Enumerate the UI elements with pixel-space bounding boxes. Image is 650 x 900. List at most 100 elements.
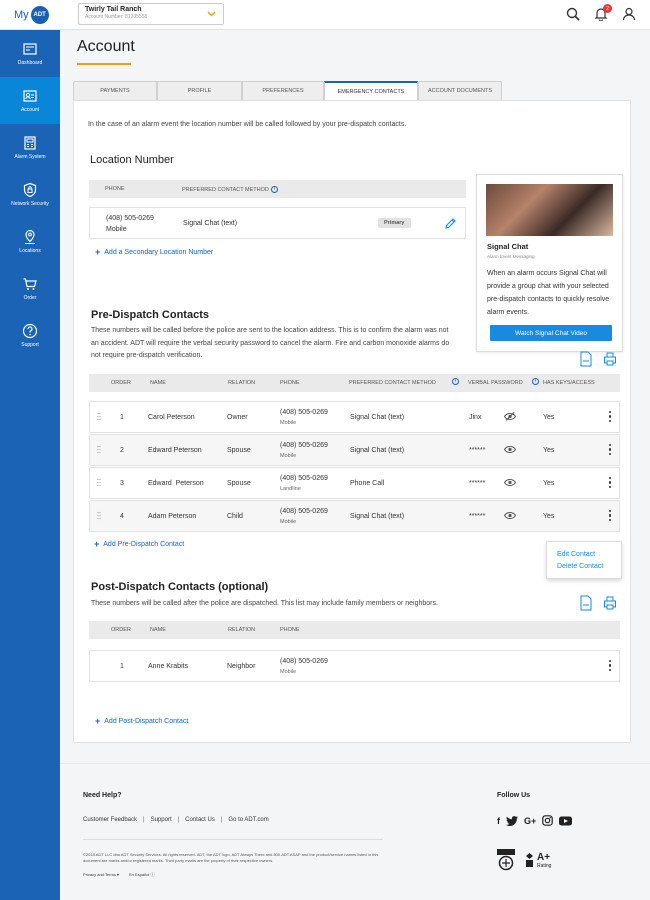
row-phone: (408) 505-0269 xyxy=(280,475,328,482)
pencil-icon[interactable] xyxy=(444,217,457,232)
row-keys: Yes xyxy=(543,513,555,520)
col-password: Verbal Password xyxy=(468,380,523,386)
adt-com-link[interactable]: Go to ADT.com xyxy=(228,817,268,823)
need-help-heading: Need Help? xyxy=(83,792,122,799)
bell-icon[interactable]: 2 xyxy=(594,4,612,22)
eye-icon[interactable] xyxy=(504,445,516,454)
help-icon xyxy=(22,323,38,339)
row-phone: (408) 505-0269 xyxy=(280,508,328,515)
tab-profile[interactable]: Profile xyxy=(157,81,242,100)
intro-text: In the case of an alarm event the locati… xyxy=(88,121,407,128)
primary-badge: Primary xyxy=(378,218,411,228)
sidebar-item-account[interactable]: Account xyxy=(0,77,60,124)
col-order: Order xyxy=(111,380,131,386)
edit-contact-menu-item[interactable]: Edit Contact xyxy=(557,551,595,558)
row-password: Jinx xyxy=(469,414,482,421)
account-name: Twirly Tail Ranch xyxy=(85,6,142,13)
add-post-dispatch-link[interactable]: + Add Post-Dispatch Contact xyxy=(95,716,188,726)
sidebar-item-order[interactable]: Order xyxy=(0,265,60,312)
contact-us-link[interactable]: Contact Us xyxy=(185,817,215,823)
col-relation: Relation xyxy=(228,627,256,633)
bbb-rating[interactable]: A+ Rating xyxy=(525,852,551,869)
plus-icon: + xyxy=(95,716,101,726)
drag-handle-icon[interactable] xyxy=(97,445,101,455)
csv-download-icon[interactable] xyxy=(579,595,593,611)
kebab-menu-icon[interactable] xyxy=(609,444,612,458)
tab-payments[interactable]: Payments xyxy=(73,81,157,100)
info-icon[interactable]: i xyxy=(270,186,278,193)
facebook-icon[interactable]: f xyxy=(497,816,500,826)
eye-icon[interactable] xyxy=(504,478,516,487)
table-row[interactable]: 2 Edward Peterson Spouse (408) 505-0269 M… xyxy=(89,434,620,466)
footer: Need Help? Customer Feedback | Support |… xyxy=(60,763,650,900)
privacy-terms-link[interactable]: Privacy and Terms ▾ xyxy=(83,872,119,878)
sidebar-item-locations[interactable]: Locations xyxy=(0,218,60,265)
myadt-logo[interactable]: My ADT xyxy=(14,6,49,24)
table-row[interactable]: 3 Edward Peterson Spouse (408) 505-0269 L… xyxy=(89,467,620,499)
row-phone-type: Mobile xyxy=(280,669,297,675)
tab-account-documents[interactable]: Account Documents xyxy=(418,81,502,100)
account-selector[interactable]: Twirly Tail Ranch Account Number: 812355… xyxy=(78,3,224,25)
kebab-menu-icon[interactable] xyxy=(609,411,612,425)
google-plus-icon[interactable]: G+ xyxy=(524,816,536,826)
emergency-contacts-panel: In the case of an alarm event the locati… xyxy=(73,100,631,743)
row-relation: Spouse xyxy=(227,480,251,487)
row-order: 4 xyxy=(120,513,124,520)
tab-preferences[interactable]: Preferences xyxy=(242,81,324,100)
eye-slash-icon[interactable] xyxy=(504,412,516,421)
alarm-panel-icon xyxy=(24,136,36,150)
shield-icon xyxy=(23,182,37,198)
row-phone-type: Mobile xyxy=(280,519,297,525)
table-row[interactable]: 4 Adam Peterson Child (408) 505-0269 Mobi… xyxy=(89,500,620,532)
row-order: 3 xyxy=(120,480,124,487)
footer-divider xyxy=(83,839,383,840)
sidebar-item-dashboard[interactable]: Dashboard xyxy=(0,30,60,77)
add-secondary-location-link[interactable]: + Add a Secondary Location Number xyxy=(95,247,213,257)
add-pre-dispatch-link[interactable]: + Add Pre-Dispatch Contact xyxy=(94,539,184,549)
truste-seal[interactable] xyxy=(497,849,515,871)
print-icon[interactable] xyxy=(603,595,617,611)
watch-signal-chat-button[interactable]: Watch Signal Chat Video xyxy=(490,325,612,341)
sidebar-item-support[interactable]: Support xyxy=(0,312,60,359)
kebab-menu-icon[interactable] xyxy=(609,660,612,674)
row-relation: Owner xyxy=(227,414,248,421)
kebab-menu-icon[interactable] xyxy=(609,477,612,491)
sidebar-item-network-security[interactable]: Network Security xyxy=(0,171,60,218)
table-row[interactable]: 1 Anne Krabits Neighbor (408) 505-0269 Mo… xyxy=(89,650,620,682)
info-icon[interactable]: i xyxy=(452,378,459,385)
user-icon[interactable] xyxy=(622,7,636,21)
sidebar-item-alarm-system[interactable]: Alarm System xyxy=(0,124,60,171)
follow-us-heading: Follow Us xyxy=(497,792,531,799)
drag-handle-icon[interactable] xyxy=(97,478,101,488)
signal-chat-card: Signal Chat Alarm Event Messaging When a… xyxy=(476,174,623,352)
row-name: Anne Krabits xyxy=(148,663,189,670)
twitter-icon[interactable] xyxy=(506,815,518,826)
row-phone-type: Mobile xyxy=(280,453,297,459)
info-icon[interactable]: i xyxy=(532,378,539,385)
row-phone: (408) 505-0269 xyxy=(280,658,328,665)
sidebar-item-label: Support xyxy=(21,342,39,348)
location-number-heading: Location Number xyxy=(90,154,174,166)
row-actions-popover: Edit Contact Delete Contact xyxy=(546,541,622,579)
spanish-link[interactable]: En Español ⓘ xyxy=(129,872,155,878)
pre-dispatch-table-header: Order Name Relation Phone Preferred Cont… xyxy=(89,374,620,392)
drag-handle-icon[interactable] xyxy=(97,412,101,422)
row-order: 1 xyxy=(120,663,124,670)
print-icon[interactable] xyxy=(603,351,617,367)
col-phone: Phone xyxy=(280,380,300,386)
instagram-icon[interactable] xyxy=(542,815,554,826)
youtube-icon[interactable] xyxy=(559,816,573,826)
customer-feedback-link[interactable]: Customer Feedback xyxy=(83,817,137,823)
delete-contact-menu-item[interactable]: Delete Contact xyxy=(557,563,603,570)
tab-emergency-contacts[interactable]: Emergency Contacts xyxy=(324,81,418,101)
csv-download-icon[interactable] xyxy=(579,351,593,367)
support-link[interactable]: Support xyxy=(151,817,172,823)
kebab-menu-icon[interactable] xyxy=(609,510,612,524)
row-password: ****** xyxy=(469,513,486,520)
eye-icon[interactable] xyxy=(504,511,516,520)
table-row[interactable]: 1 Carol Peterson Owner (408) 505-0269 Mob… xyxy=(89,401,620,433)
drag-handle-icon[interactable] xyxy=(97,511,101,521)
col-phone: Phone xyxy=(280,627,300,633)
search-icon[interactable] xyxy=(566,7,580,21)
sidebar-item-label: Network Security xyxy=(11,201,49,207)
